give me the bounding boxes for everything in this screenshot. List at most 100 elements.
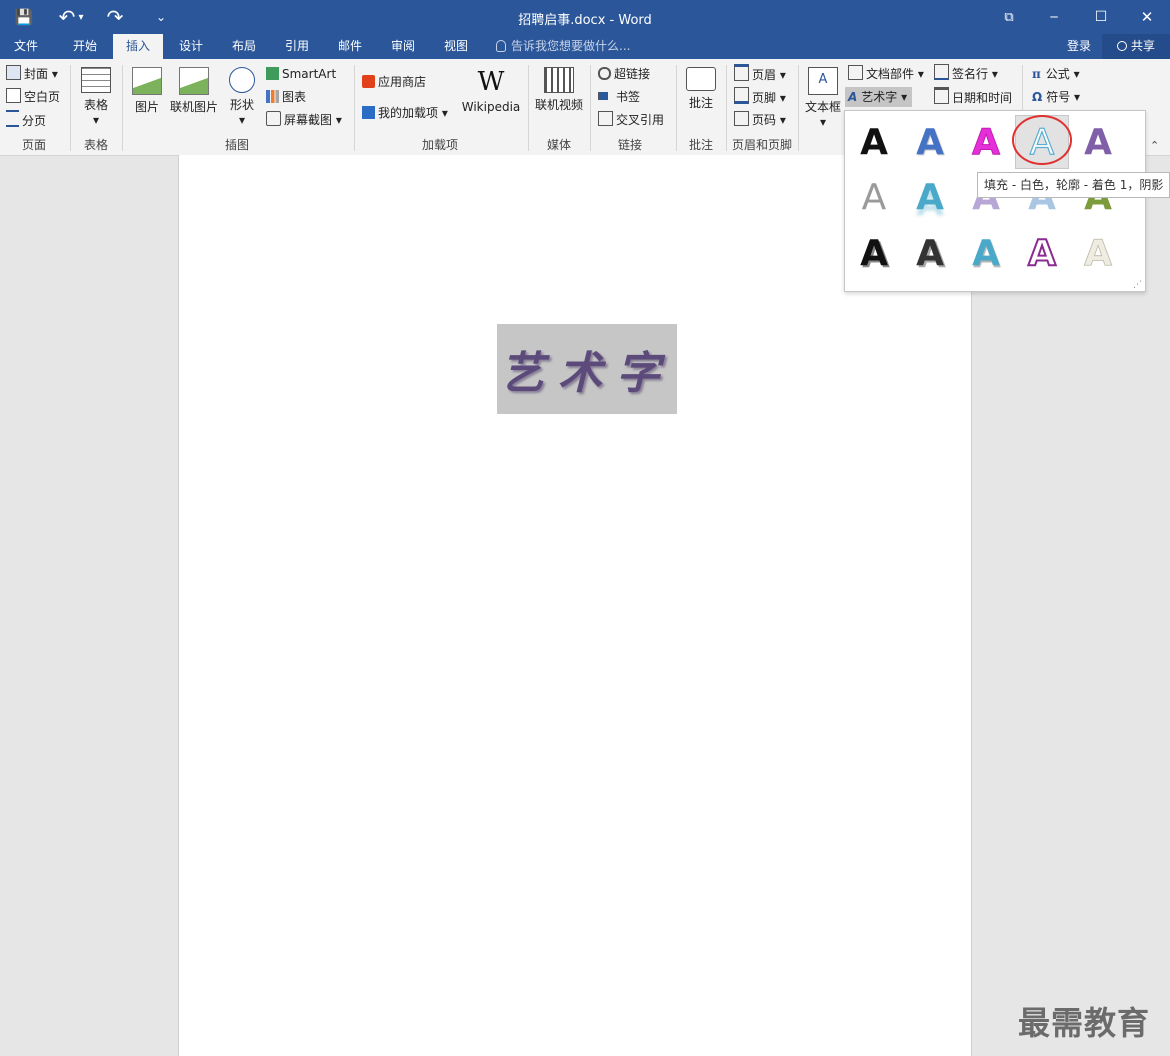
resize-grip-icon[interactable]: ⋰ [1133, 280, 1142, 290]
pi-icon: π [1032, 67, 1041, 81]
cover-page-button[interactable]: 封面 ▾ [6, 64, 58, 84]
tab-layout[interactable]: 布局 [219, 34, 269, 59]
wordart-style-11[interactable]: A [848, 227, 900, 279]
group-label-links: 链接 [617, 138, 642, 152]
page-break-icon [6, 110, 19, 127]
wordart-icon: A [848, 90, 858, 104]
tab-mailings[interactable]: 邮件 [325, 34, 375, 59]
online-picture-button[interactable]: 联机图片 [168, 67, 220, 115]
online-video-button[interactable]: 联机视频 [532, 67, 586, 113]
tab-design[interactable]: 设计 [166, 34, 216, 59]
share-label: 共享 [1130, 39, 1155, 53]
my-addins-button[interactable]: 我的加载项 ▾ [362, 103, 448, 123]
wordart-tooltip: 填充 - 白色，轮廓 - 着色 1，阴影 [977, 172, 1170, 198]
blank-page-icon [6, 88, 21, 103]
wordart-style-7[interactable]: A [904, 171, 956, 223]
header-icon [734, 64, 749, 81]
comment-icon [686, 67, 716, 91]
wordart-style-12[interactable]: A [904, 227, 956, 279]
calendar-icon [934, 87, 949, 104]
separator [590, 65, 591, 151]
equation-button[interactable]: π 公式 ▾ [1032, 64, 1080, 84]
wordart-style-13[interactable]: A [960, 227, 1012, 279]
ribbon-display-options-icon[interactable]: ⧉ [998, 6, 1020, 28]
comment-button[interactable]: 批注 [682, 67, 720, 111]
person-icon [1116, 41, 1127, 51]
wordart-button[interactable]: A 艺术字 ▾ [845, 87, 913, 107]
tell-me-box[interactable]: 告诉我您想要做什么... [496, 34, 630, 59]
symbol-button[interactable]: Ω 符号 ▾ [1032, 87, 1080, 107]
table-icon [81, 67, 111, 93]
group-label-comments: 批注 [688, 138, 713, 152]
footer-button[interactable]: 页脚 ▾ [734, 87, 786, 107]
shapes-icon [229, 67, 255, 93]
signature-icon [934, 64, 949, 80]
redo-icon[interactable]: ↷ [104, 5, 126, 29]
tab-home[interactable]: 开始 [60, 34, 110, 59]
wordart-gallery: A A A A A A A A A A A A A A A ⋰ [844, 110, 1146, 292]
login-link[interactable]: 登录 [1060, 34, 1098, 59]
window-title: 招聘启事.docx - Word [518, 13, 652, 28]
blank-page-button[interactable]: 空白页 [6, 87, 60, 107]
textbox-button[interactable]: A 文本框 ▾ [802, 67, 844, 129]
tab-file[interactable]: 文件 [0, 34, 52, 59]
chart-icon [266, 90, 279, 103]
separator [122, 65, 123, 151]
tab-review[interactable]: 审阅 [378, 34, 428, 59]
group-label-pages: 页面 [21, 138, 46, 152]
quick-parts-button[interactable]: 文档部件 ▾ [848, 64, 924, 84]
bookmark-button[interactable]: 书签 [598, 87, 640, 107]
group-label-media: 媒体 [546, 138, 571, 152]
page-break-button[interactable]: 分页 [6, 110, 46, 130]
screenshot-icon [266, 111, 281, 126]
save-icon[interactable]: 💾 [13, 6, 35, 28]
hyperlink-icon [598, 67, 611, 80]
wordart-style-2[interactable]: A [904, 116, 956, 168]
header-button[interactable]: 页眉 ▾ [734, 64, 786, 84]
screenshot-button[interactable]: 屏幕截图 ▾ [266, 110, 342, 130]
hyperlink-button[interactable]: 超链接 [598, 64, 650, 84]
tab-view[interactable]: 视图 [431, 34, 481, 59]
separator [726, 65, 727, 151]
shapes-button[interactable]: 形状 ▾ [222, 67, 262, 127]
page-number-button[interactable]: 页码 ▾ [734, 110, 786, 130]
picture-button[interactable]: 图片 [128, 67, 166, 115]
cross-reference-icon [598, 111, 613, 126]
store-button[interactable]: 应用商店 [362, 72, 426, 92]
wordart-object[interactable]: 艺术字 [497, 324, 677, 414]
tab-references[interactable]: 引用 [272, 34, 322, 59]
wordart-style-3[interactable]: A [960, 116, 1012, 168]
smartart-button[interactable]: SmartArt [266, 64, 336, 84]
watermark: 最需教育 [1018, 1004, 1151, 1042]
wordart-style-6[interactable]: A [848, 171, 900, 223]
share-button[interactable]: 共享 [1102, 34, 1170, 59]
separator [798, 65, 799, 151]
signature-line-button[interactable]: 签名行 ▾ [934, 64, 998, 84]
separator [676, 65, 677, 151]
close-icon[interactable]: ✕ [1136, 6, 1158, 28]
group-label-illustrations: 插图 [224, 138, 249, 152]
separator [70, 65, 71, 151]
maximize-icon[interactable]: ☐ [1090, 6, 1112, 28]
wordart-style-14[interactable]: A [1016, 227, 1068, 279]
highlight-ring [1012, 115, 1072, 165]
minimize-icon[interactable]: ─ [1043, 6, 1065, 28]
online-picture-icon [179, 67, 209, 95]
wordart-style-5[interactable]: A [1072, 116, 1124, 168]
group-label-tables: 表格 [83, 138, 108, 152]
tab-insert[interactable]: 插入 [113, 34, 163, 59]
collapse-ribbon-icon[interactable]: ⌃ [1150, 139, 1159, 152]
wordart-style-1[interactable]: A [848, 116, 900, 168]
wordart-style-15[interactable]: A [1072, 227, 1124, 279]
undo-icon[interactable]: ↶ [56, 5, 78, 29]
date-time-button[interactable]: 日期和时间 [934, 87, 1012, 107]
title-bar: 💾 ↶ ▾ ↷ ⌄ 招聘启事.docx - Word ⧉ ─ ☐ ✕ [0, 0, 1170, 34]
table-button[interactable]: 表格 ▾ [76, 67, 116, 127]
cross-reference-button[interactable]: 交叉引用 [598, 110, 664, 130]
group-label-addins: 加载项 [421, 138, 458, 152]
bookmark-icon [598, 92, 613, 100]
customize-qat-icon[interactable]: ⌄ [150, 6, 172, 28]
undo-dropdown-icon[interactable]: ▾ [76, 6, 86, 28]
chart-button[interactable]: 图表 [266, 87, 306, 107]
wikipedia-button[interactable]: W Wikipedia [460, 67, 522, 114]
